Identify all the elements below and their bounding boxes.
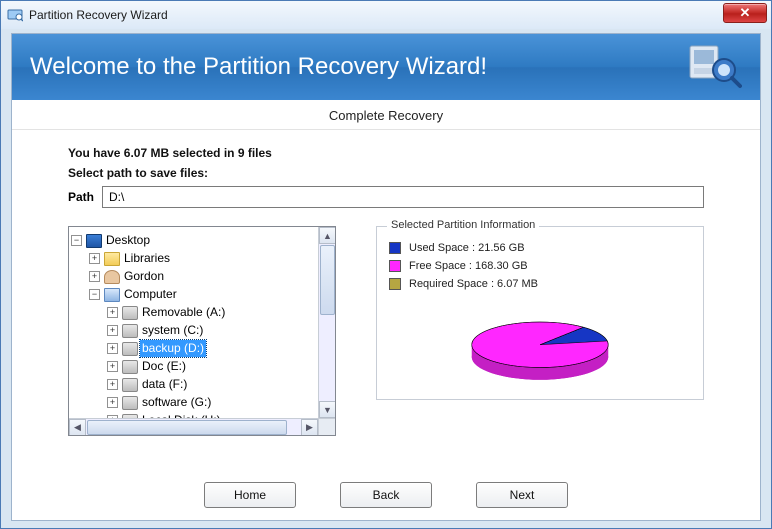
tree-item[interactable]: + data (F:) [107,376,189,393]
partition-info-title: Selected Partition Information [387,219,539,231]
expand-icon[interactable]: + [107,325,118,336]
scroll-down-icon[interactable]: ▼ [319,401,336,418]
drive-icon [122,342,138,356]
drive-icon [122,306,138,320]
tree-item[interactable]: − Computer [89,286,179,303]
body-area: You have 6.07 MB selected in 9 files Sel… [12,130,760,436]
path-row: Path [68,186,704,208]
expand-icon[interactable]: + [89,253,100,264]
tree-item-label: data (F:) [140,376,189,393]
expand-icon[interactable]: + [89,271,100,282]
next-button[interactable]: Next [476,482,568,508]
folder-icon [104,252,120,266]
select-path-prompt: Select path to save files: [68,166,704,180]
back-button[interactable]: Back [340,482,432,508]
app-icon [7,7,23,23]
scroll-corner [318,418,335,435]
collapse-icon[interactable]: − [71,235,82,246]
wizard-icon [686,42,742,92]
tree-item[interactable]: + Libraries [89,250,172,267]
partition-info-panel: Selected Partition Information Used Spac… [376,226,704,436]
tree-item[interactable]: + software (G:) [107,394,213,411]
path-label: Path [68,190,94,204]
folder-tree[interactable]: − Desktop + Libraries + Gordon − Computer + Remov… [68,226,336,436]
tree-item[interactable]: − Desktop [71,232,152,249]
titlebar[interactable]: Partition Recovery Wizard ✕ [1,1,771,29]
tree-item-label: Gordon [122,268,166,285]
path-input[interactable] [102,186,704,208]
swatch-used-icon [389,242,401,254]
expand-icon[interactable]: + [107,379,118,390]
tree-item[interactable]: + Gordon [89,268,166,285]
drive-icon [122,396,138,410]
tree-item-label: Desktop [104,232,152,249]
swatch-free-icon [389,260,401,272]
expand-icon[interactable]: + [107,343,118,354]
legend-required: Required Space : 6.07 MB [389,275,691,293]
welcome-heading: Welcome to the Partition Recovery Wizard… [30,53,487,81]
tree-item[interactable]: + system (C:) [107,322,205,339]
tree-horizontal-scrollbar[interactable]: ◀ ▶ [69,418,318,435]
desktop-icon [86,234,102,248]
drive-icon [122,360,138,374]
tree-item-label: software (G:) [140,394,213,411]
home-button[interactable]: Home [204,482,296,508]
tree-item[interactable]: + Doc (E:) [107,358,188,375]
tree-item-label: backup (D:) [140,340,206,357]
user-icon [104,270,120,284]
drive-icon [122,378,138,392]
tree-item-label: Computer [122,286,179,303]
window: Partition Recovery Wizard ✕ Welcome to t… [0,0,772,529]
tree-item-label: Libraries [122,250,172,267]
legend-free-label: Free Space : 168.30 GB [409,257,528,275]
legend-used: Used Space : 21.56 GB [389,239,691,257]
collapse-icon[interactable]: − [89,289,100,300]
tree-item[interactable]: + Removable (A:) [107,304,227,321]
tree-item-label: Doc (E:) [140,358,188,375]
scroll-up-icon[interactable]: ▲ [319,227,336,244]
tree-item[interactable]: + backup (D:) [107,340,206,357]
expand-icon[interactable]: + [107,361,118,372]
partition-info-fieldset: Selected Partition Information Used Spac… [376,226,704,400]
window-title: Partition Recovery Wizard [29,8,168,22]
tree-item-label: Removable (A:) [140,304,227,321]
legend-required-label: Required Space : 6.07 MB [409,275,538,293]
scroll-thumb-vertical[interactable] [320,245,335,315]
scroll-thumb-horizontal[interactable] [87,420,287,435]
expand-icon[interactable]: + [107,397,118,408]
swatch-required-icon [389,278,401,290]
step-subtitle: Complete Recovery [12,100,760,130]
drive-icon [122,324,138,338]
selection-summary: You have 6.07 MB selected in 9 files [68,146,704,160]
button-row: Home Back Next [12,482,760,508]
close-button[interactable]: ✕ [723,3,767,23]
scroll-right-icon[interactable]: ▶ [301,419,318,436]
computer-icon [104,288,120,302]
expand-icon[interactable]: + [107,307,118,318]
tree-vertical-scrollbar[interactable]: ▲ ▼ [318,227,335,418]
content-frame: Welcome to the Partition Recovery Wizard… [11,33,761,521]
close-icon: ✕ [740,5,751,21]
legend-free: Free Space : 168.30 GB [389,257,691,275]
scroll-left-icon[interactable]: ◀ [69,419,86,436]
space-legend: Used Space : 21.56 GB Free Space : 168.3… [389,239,691,293]
header-banner: Welcome to the Partition Recovery Wizard… [12,34,760,100]
space-pie-chart [445,315,635,385]
legend-used-label: Used Space : 21.56 GB [409,239,525,257]
tree-item-label: system (C:) [140,322,205,339]
